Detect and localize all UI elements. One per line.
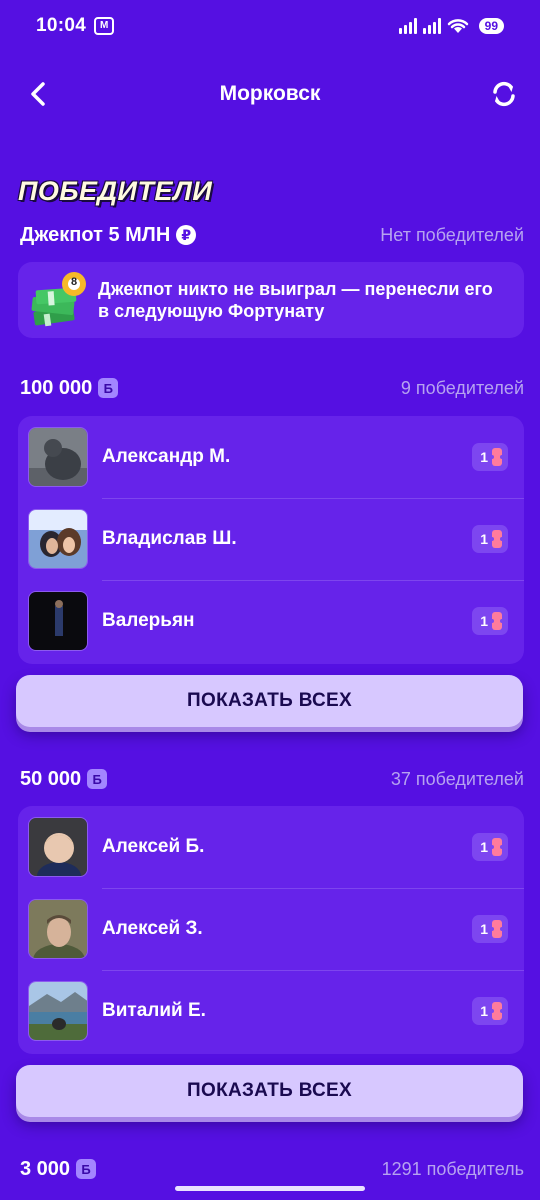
- ticket-count: 1: [480, 449, 488, 465]
- jackpot-status: Нет победителей: [380, 224, 524, 245]
- ball-number: 8: [70, 276, 78, 288]
- ticket-badge: 1: [472, 915, 508, 943]
- prize-group-header-2: 50 000 Б 37 победителей: [20, 764, 524, 794]
- wifi-icon: [447, 19, 468, 33]
- winner-row[interactable]: Алексей Б. 1: [18, 806, 524, 888]
- prize-amount: 50 000: [20, 767, 82, 790]
- ticket-icon: [490, 838, 504, 856]
- bonus-currency-icon: Б: [76, 1159, 97, 1179]
- winners-list-2: Алексей Б. 1 Алексей З. 1 Виталий Е. 1: [18, 806, 524, 1054]
- winners-heading: ПОБЕДИТЕЛИ: [18, 176, 213, 206]
- ticket-count: 1: [480, 921, 488, 937]
- ticket-icon: [490, 530, 504, 548]
- top-bar: Морковск: [0, 64, 540, 124]
- ticket-badge: 1: [472, 607, 508, 635]
- ticket-badge: 1: [472, 525, 508, 553]
- winners-count: 37 победителей: [390, 768, 524, 789]
- ticket-icon: [490, 920, 504, 938]
- back-button[interactable]: [22, 78, 54, 110]
- winner-row[interactable]: Алексей З. 1: [18, 888, 524, 970]
- refresh-icon: [493, 81, 515, 107]
- chevron-left-icon: [31, 82, 45, 106]
- page-title: Морковск: [219, 82, 321, 105]
- status-time: 10:04: [36, 15, 87, 36]
- winner-row[interactable]: Валерьян 1: [18, 580, 524, 662]
- jackpot-label: Джекпот 5 МЛН: [20, 223, 171, 246]
- prize-amount: 3 000: [20, 1157, 71, 1180]
- ticket-badge: 1: [472, 443, 508, 471]
- ticket-count: 1: [480, 1003, 488, 1019]
- ticket-icon: [490, 612, 504, 630]
- avatar: [28, 817, 88, 877]
- money-stack-icon: 8: [28, 267, 94, 333]
- battery-indicator: 99: [478, 18, 504, 34]
- winner-name: Алексей З.: [102, 918, 203, 939]
- status-indicators: 99: [398, 18, 504, 34]
- winner-row[interactable]: Владислав Ш. 1: [18, 498, 524, 580]
- avatar: [28, 427, 88, 487]
- avatar: [28, 591, 88, 651]
- ticket-badge: 1: [472, 997, 508, 1025]
- winner-name: Валерьян: [102, 610, 195, 631]
- prize-group-header-3: 3 000 Б 1291 победитель: [20, 1154, 524, 1184]
- jackpot-info-card: 8 Джекпот никто не выиграл — перенесли е…: [18, 262, 524, 338]
- avatar: [28, 899, 88, 959]
- bonus-currency-icon: Б: [87, 769, 108, 789]
- signal-icon: [398, 18, 417, 34]
- mi-app-icon: M: [94, 17, 115, 35]
- ticket-count: 1: [480, 531, 488, 547]
- winners-count: 9 победителей: [400, 377, 524, 398]
- ruble-coin-icon: ₽: [176, 225, 197, 245]
- ticket-badge: 1: [472, 833, 508, 861]
- ticket-icon: [490, 448, 504, 466]
- prize-group-header-1: 100 000 Б 9 победителей: [20, 373, 524, 403]
- ticket-count: 1: [480, 839, 488, 855]
- winner-name: Александр М.: [102, 446, 231, 467]
- jackpot-message: Джекпот никто не выиграл — перенесли его…: [98, 279, 493, 321]
- bonus-currency-icon: Б: [98, 378, 119, 398]
- winner-row[interactable]: Виталий Е. 1: [18, 970, 524, 1052]
- refresh-button[interactable]: [486, 76, 522, 112]
- prize-amount: 100 000: [20, 376, 93, 399]
- winner-name: Владислав Ш.: [102, 528, 237, 549]
- status-bar: 10:04 M 99: [0, 0, 540, 52]
- winner-name: Виталий Е.: [102, 1000, 206, 1021]
- show-all-button[interactable]: ПОКАЗАТЬ ВСЕХ: [16, 1065, 523, 1117]
- ticket-icon: [490, 1002, 504, 1020]
- winners-count: 1291 победитель: [381, 1158, 524, 1179]
- avatar: [28, 981, 88, 1041]
- ticket-count: 1: [480, 613, 488, 629]
- winner-row[interactable]: Александр М. 1: [18, 416, 524, 498]
- winner-name: Алексей Б.: [102, 836, 205, 857]
- winners-list-1: Александр М. 1 Владислав Ш. 1 Валерьян 1: [18, 416, 524, 664]
- jackpot-header: Джекпот 5 МЛН ₽ Нет победителей: [20, 220, 524, 250]
- avatar: [28, 509, 88, 569]
- home-indicator[interactable]: [175, 1186, 365, 1191]
- signal-icon-2: [422, 18, 441, 34]
- show-all-button[interactable]: ПОКАЗАТЬ ВСЕХ: [16, 675, 523, 727]
